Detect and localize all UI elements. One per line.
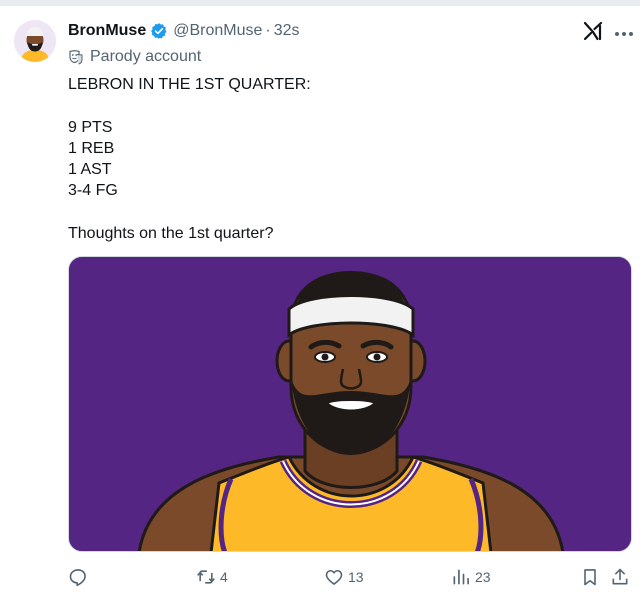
tweet-text-line: 1 AST bbox=[68, 161, 112, 178]
bookmark-button[interactable] bbox=[580, 566, 600, 588]
timestamp[interactable]: 32s bbox=[274, 22, 300, 40]
tweet-text-line: 3-4 FG bbox=[68, 182, 118, 199]
tweet-text-line: LEBRON IN THE 1ST QUARTER: bbox=[68, 76, 311, 93]
retweet-count: 4 bbox=[220, 569, 228, 585]
tweet-text-line: 1 REB bbox=[68, 140, 115, 157]
analytics-icon bbox=[453, 569, 469, 585]
parody-label: Parody account bbox=[68, 47, 201, 67]
grok-icon[interactable] bbox=[582, 20, 604, 42]
parody-label-text: Parody account bbox=[90, 48, 202, 65]
reply-icon bbox=[69, 569, 86, 587]
display-name[interactable]: BronMuse bbox=[68, 22, 146, 40]
cartoon-player-illustration bbox=[69, 257, 631, 551]
retweet-button[interactable]: 4 bbox=[196, 566, 228, 588]
retweet-icon bbox=[197, 570, 215, 584]
avatar[interactable] bbox=[14, 20, 56, 62]
tweet-text-spacer bbox=[68, 95, 608, 117]
more-options-icon[interactable] bbox=[614, 26, 634, 36]
tweet-text-line: Thoughts on the 1st quarter? bbox=[68, 225, 274, 242]
cartoon-avatar-icon bbox=[14, 20, 56, 62]
bookmark-icon bbox=[584, 569, 596, 586]
tweet-header: BronMuse @BronMuse · 32s bbox=[68, 20, 300, 42]
views-count: 23 bbox=[475, 569, 491, 585]
tweet-text-spacer bbox=[68, 201, 608, 223]
user-handle[interactable]: @BronMuse bbox=[173, 22, 262, 40]
share-button[interactable] bbox=[610, 566, 630, 588]
top-divider bbox=[0, 0, 640, 6]
like-count: 13 bbox=[348, 569, 364, 585]
tweet-text-line: 9 PTS bbox=[68, 119, 113, 136]
tweet-text: LEBRON IN THE 1ST QUARTER: 9 PTS 1 REB 1… bbox=[68, 74, 608, 244]
views-button[interactable]: 23 bbox=[451, 566, 491, 588]
separator-dot: · bbox=[265, 22, 271, 39]
heart-icon bbox=[325, 569, 343, 585]
tweet-actions: 4 13 23 bbox=[0, 566, 640, 590]
verified-badge-icon[interactable] bbox=[150, 22, 168, 40]
share-icon bbox=[612, 568, 628, 585]
reply-button[interactable] bbox=[68, 566, 88, 588]
like-button[interactable]: 13 bbox=[324, 566, 364, 588]
parody-mask-icon bbox=[69, 50, 83, 65]
tweet-media-image[interactable] bbox=[68, 256, 632, 552]
